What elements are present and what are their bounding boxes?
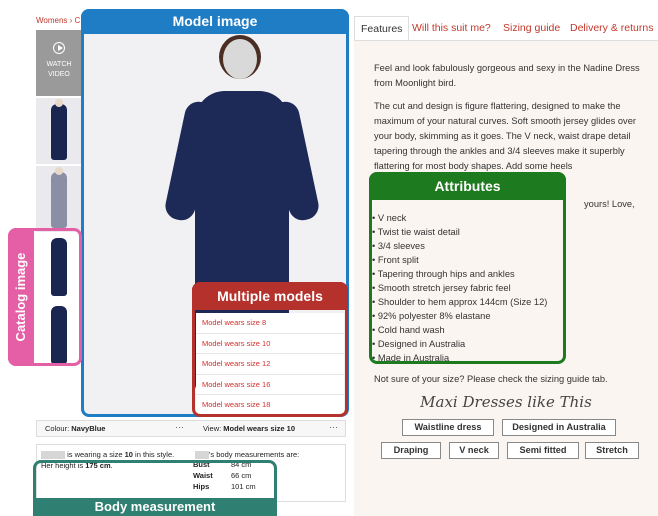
multiple-models-label: Multiple models	[192, 282, 348, 310]
more-icon[interactable]: ···	[329, 422, 338, 432]
maxi-heading: Maxi Dresses like This	[420, 393, 592, 411]
breadcrumb[interactable]: Womens › C	[36, 16, 80, 25]
model-size-sentence: is wearing a size 10 in this style.	[41, 450, 174, 460]
catalog-image-label: Catalog image	[13, 252, 28, 342]
more-icon[interactable]: ···	[175, 422, 184, 432]
tab-delivery-returns[interactable]: Delivery & returns	[570, 16, 653, 40]
image-info-bar: Colour: NavyBlue ··· View: Model wears s…	[36, 420, 346, 437]
model-image-label: Model image	[81, 9, 349, 34]
attributes-box	[369, 172, 566, 364]
view-selector[interactable]: View: Model wears size 10	[203, 424, 295, 433]
attributes-label: Attributes	[369, 172, 566, 200]
tab-sizing-guide[interactable]: Sizing guide	[503, 16, 560, 40]
tab-will-this-suit-me[interactable]: Will this suit me?	[412, 16, 491, 40]
product-tabs: Features Will this suit me? Sizing guide…	[354, 16, 658, 40]
chip-designed-in-australia[interactable]: Designed in Australia	[502, 419, 616, 436]
thumbnail-side[interactable]	[36, 166, 82, 232]
colour-selector[interactable]: Colour: NavyBlue	[45, 424, 105, 433]
chip-v-neck[interactable]: V neck	[449, 442, 499, 459]
size-note: Not sure of your size? Please check the …	[374, 374, 608, 384]
chip-stretch[interactable]: Stretch	[585, 442, 639, 459]
measurement-intro: 's body measurements are:	[195, 450, 299, 460]
body-measurement-label: Body measurement	[33, 498, 277, 516]
thumbnail-front[interactable]	[36, 98, 82, 164]
tab-features[interactable]: Features	[354, 16, 410, 40]
watch-video-label: WATCH VIDEO	[46, 61, 72, 78]
watch-video-thumbnail[interactable]: WATCH VIDEO	[36, 30, 82, 96]
play-icon	[53, 42, 65, 54]
product-description: Feel and look fabulously gorgeous and se…	[374, 63, 640, 209]
chip-semi-fitted[interactable]: Semi fitted	[507, 442, 579, 459]
chip-draping[interactable]: Draping	[381, 442, 441, 459]
chip-waistline-dress[interactable]: Waistline dress	[402, 419, 494, 436]
